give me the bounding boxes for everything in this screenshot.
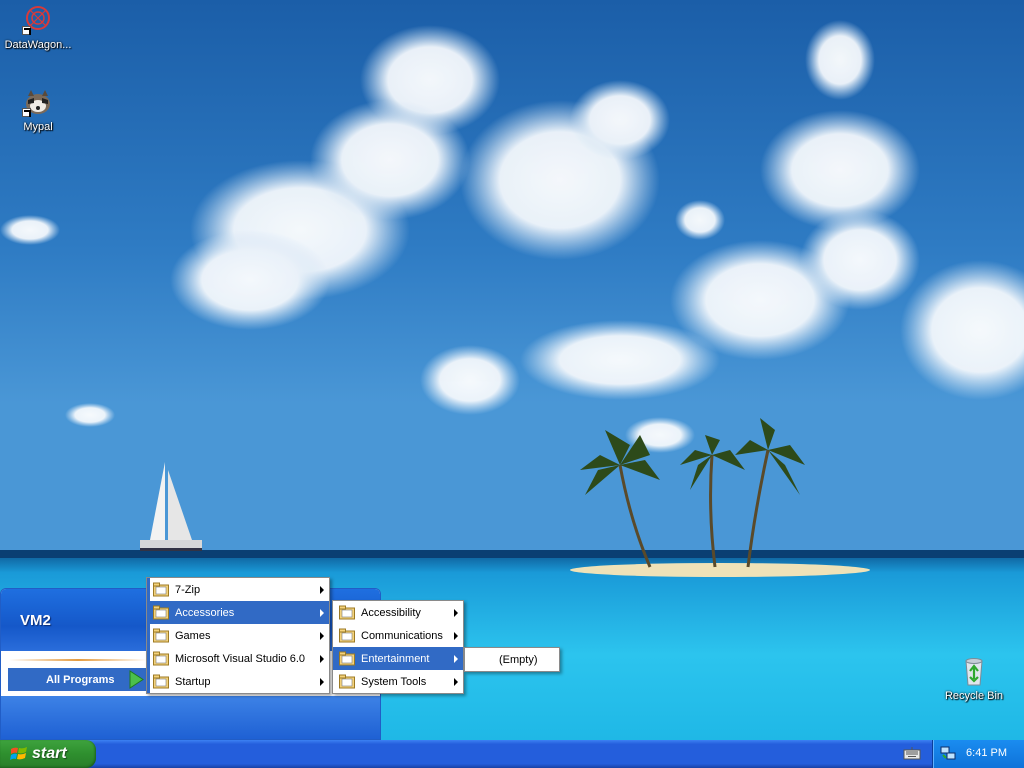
menu-item-label: Games: [175, 629, 211, 642]
taskbar: start 6:41 PM: [0, 740, 1024, 768]
windows-logo-icon: [10, 747, 27, 760]
start-menu-separator: [9, 659, 147, 661]
submenu-arrow-icon: [320, 586, 324, 594]
submenu-arrow-icon: [454, 632, 458, 640]
menu-item-label: Accessibility: [361, 606, 421, 619]
program-folder-icon: [153, 628, 169, 643]
submenu-arrow-icon: [454, 678, 458, 686]
menu-item-accessories[interactable]: Accessories: [147, 601, 329, 624]
clock[interactable]: 6:41 PM: [966, 747, 1007, 759]
submenu-arrow-icon: [320, 609, 324, 617]
menu-item-label: Startup: [175, 675, 211, 688]
program-folder-icon: [339, 605, 355, 620]
menu-item-system-tools[interactable]: System Tools: [333, 670, 463, 693]
all-programs-label: All Programs: [46, 673, 115, 686]
program-folder-icon: [339, 628, 355, 643]
menu-item-microsoft-visual-studio[interactable]: Microsoft Visual Studio 6.0: [147, 647, 329, 670]
accessories-menu: Accessibility Communications Entertainme…: [332, 600, 464, 694]
program-folder-icon: [153, 674, 169, 689]
program-folder-icon: [339, 651, 355, 666]
shortcut-arrow-icon: [22, 26, 31, 35]
program-folder-icon: [153, 651, 169, 666]
desktop-icon-label: Recycle Bin: [944, 690, 1004, 702]
menu-item-empty: (Empty): [465, 648, 559, 671]
menu-item-7zip[interactable]: 7-Zip: [147, 578, 329, 601]
menu-item-label: Entertainment: [361, 652, 430, 665]
desktop-icon-mypal[interactable]: Mypal: [0, 86, 76, 133]
program-folder-icon: [153, 605, 169, 620]
start-menu-footer: [1, 696, 380, 739]
menu-item-label: Accessories: [175, 606, 235, 619]
desktop-icon-label: Mypal: [23, 121, 53, 133]
submenu-arrow-icon: [320, 655, 324, 663]
program-folder-icon: [339, 674, 355, 689]
green-arrow-icon: [129, 670, 144, 689]
submenu-arrow-icon: [320, 678, 324, 686]
shortcut-arrow-icon: [22, 108, 31, 117]
start-button[interactable]: start: [0, 740, 96, 768]
submenu-arrow-icon: [454, 655, 458, 663]
submenu-arrow-icon: [454, 609, 458, 617]
programs-menu: 7-Zip Accessories Games Microsoft Visual…: [146, 577, 330, 694]
all-programs-button[interactable]: All Programs: [8, 668, 146, 691]
menu-item-entertainment[interactable]: Entertainment: [333, 647, 463, 670]
menu-item-startup[interactable]: Startup: [147, 670, 329, 693]
menu-item-label: Communications: [361, 629, 443, 642]
recycle-bin-icon: [965, 658, 983, 686]
start-button-label: start: [32, 745, 67, 762]
menu-item-games[interactable]: Games: [147, 624, 329, 647]
menu-item-accessibility[interactable]: Accessibility: [333, 601, 463, 624]
keyboard-icon[interactable]: [903, 746, 921, 761]
menu-item-label: System Tools: [361, 675, 427, 688]
network-icon[interactable]: [940, 745, 956, 761]
menu-item-label: 7-Zip: [175, 583, 201, 596]
menu-item-label: (Empty): [499, 653, 538, 666]
desktop-icon-recycle-bin[interactable]: Recycle Bin: [936, 655, 1012, 702]
menu-item-label: Microsoft Visual Studio 6.0: [175, 652, 306, 665]
entertainment-menu: (Empty): [464, 647, 560, 672]
desktop-icon-datawagon[interactable]: DataWagon...: [0, 4, 76, 51]
submenu-arrow-icon: [320, 632, 324, 640]
system-tray: 6:41 PM: [932, 740, 1024, 768]
menu-item-communications[interactable]: Communications: [333, 624, 463, 647]
program-folder-icon: [153, 582, 169, 597]
desktop-icon-label: DataWagon...: [4, 39, 72, 51]
